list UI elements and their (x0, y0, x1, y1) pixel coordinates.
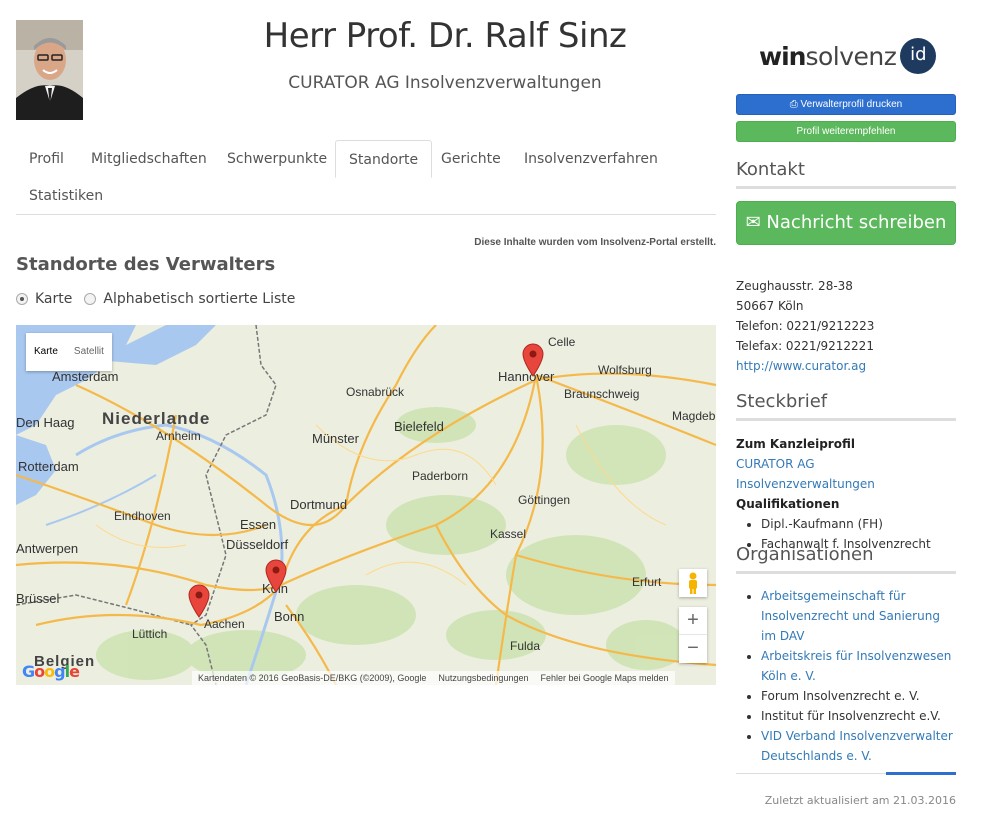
list-item: Arbeitsgemeinschaft für Insolvenzrecht u… (761, 586, 956, 646)
website-link[interactable]: http://www.curator.ag (736, 359, 866, 373)
city-duesseldorf: Düsseldorf (226, 537, 289, 552)
send-message-button[interactable]: ✉ Nachricht schreiben (736, 201, 956, 245)
radio-list-label: Alphabetisch sortierte Liste (103, 291, 296, 307)
office-profile-link[interactable]: CURATOR AG Insolvenzverwaltungen (736, 457, 875, 491)
city-essen: Essen (240, 517, 277, 532)
org-link-vid[interactable]: VID Verband Insolvenzverwalter Deutschla… (761, 729, 953, 763)
list-item: Dipl.-Kaufmann (FH) (761, 514, 956, 534)
city-goettingen: Göttingen (518, 493, 571, 507)
profile-heading: Steckbrief (736, 391, 956, 421)
radio-map[interactable]: Karte (16, 291, 72, 307)
profile-photo (16, 20, 83, 120)
logo-light-text: solvenz (805, 41, 897, 71)
tab-gerichte[interactable]: Gerichte (428, 140, 514, 178)
marker-koeln[interactable] (265, 559, 287, 593)
radio-list[interactable]: Alphabetisch sortierte Liste (84, 291, 295, 307)
logo-bold-text: win (759, 41, 806, 71)
country-netherlands: Niederlande (102, 409, 211, 428)
tab-standorte[interactable]: Standorte (335, 140, 433, 178)
phone-number: Telefon: 0221/9212223 (736, 319, 875, 333)
city-celle: Celle (548, 335, 576, 349)
fax-number: Telefax: 0221/9212221 (736, 339, 874, 353)
org-link-arbeitskreis[interactable]: Arbeitskreis für Insolvenzwesen Köln e. … (761, 649, 951, 683)
city-dortmund: Dortmund (290, 497, 348, 512)
tab-profil[interactable]: Profil (16, 140, 77, 178)
radio-list-indicator[interactable] (84, 293, 97, 305)
zoom-control: + − (679, 607, 707, 663)
city-bonn: Bonn (274, 609, 305, 624)
qualifications-label: Qualifikationen (736, 497, 840, 511)
content-source-note: Diese Inhalte wurden vom Insolvenz-Porta… (474, 237, 716, 248)
zoom-in-button[interactable]: + (679, 607, 707, 635)
printer-icon: ⎙ (789, 99, 798, 110)
city-wolfsburg: Wolfsburg (598, 363, 652, 377)
list-item: Institut für Insolvenzrecht e.V. (761, 706, 956, 726)
city-antwerpen: Antwerpen (16, 541, 79, 556)
list-item: Forum Insolvenzrecht e. V. (761, 686, 956, 706)
view-options: Karte Alphabetisch sortierte Liste (16, 291, 307, 307)
map-type-control: Karte Satellit (26, 333, 112, 371)
address-city: 50667 Köln (736, 299, 804, 313)
list-item: VID Verband Insolvenzverwalter Deutschla… (761, 726, 956, 766)
profile-tabs: Profil Mitgliedschaften Schwerpunkte Sta… (16, 140, 716, 215)
logo-badge: id (900, 38, 937, 74)
city-magdeburg: Magdeburg (672, 409, 716, 423)
contact-details: Zeughausstr. 28-38 50667 Köln Telefon: 0… (736, 276, 874, 376)
radio-map-label: Karte (35, 291, 73, 307)
tab-insolvenzverfahren[interactable]: Insolvenzverfahren (511, 140, 671, 178)
winsolvenz-logo[interactable]: win solvenz id (759, 38, 937, 74)
street-view-pegman-icon[interactable] (679, 569, 707, 597)
map-report-link[interactable]: Fehler bei Google Maps melden (540, 671, 668, 685)
city-bielefeld: Bielefeld (394, 419, 444, 434)
city-den-haag: Den Haag (16, 415, 75, 430)
city-erfurt: Erfurt (632, 575, 662, 589)
office-profile-label: Zum Kanzleiprofil (736, 437, 855, 451)
org-link-argedav[interactable]: Arbeitsgemeinschaft für Insolvenzrecht u… (761, 589, 940, 643)
address-street: Zeughausstr. 28-38 (736, 279, 853, 293)
list-item: Arbeitskreis für Insolvenzwesen Köln e. … (761, 646, 956, 686)
recommend-profile-button[interactable]: Profil weiterempfehlen (736, 121, 956, 142)
zoom-out-button[interactable]: − (679, 635, 707, 663)
section-title: Standorte des Verwalters (16, 254, 276, 275)
send-message-label: Nachricht schreiben (766, 212, 947, 233)
city-osnabrueck: Osnabrück (346, 385, 405, 399)
city-amsterdam: Amsterdam (52, 369, 119, 384)
organisations-heading: Organisationen (736, 544, 956, 574)
city-rotterdam: Rotterdam (18, 459, 79, 474)
map-type-satellite-button[interactable]: Satellit (66, 333, 112, 371)
map-attribution: Kartendaten © 2016 GeoBasis-DE/BKG (©200… (192, 671, 675, 685)
marker-hannover[interactable] (522, 343, 544, 377)
map-terms-link[interactable]: Nutzungsbedingungen (438, 671, 528, 685)
google-logo[interactable]: Google (22, 662, 80, 681)
city-braunschweig: Braunschweig (564, 387, 640, 401)
map-data-credit: Kartendaten © 2016 GeoBasis-DE/BKG (©200… (198, 673, 427, 683)
marker-aachen[interactable] (188, 584, 210, 618)
city-eindhoven: Eindhoven (114, 509, 171, 523)
company-subtitle: CURATOR AG Insolvenzverwaltungen (288, 73, 602, 93)
last-updated: Zuletzt aktualisiert am 21.03.2016 (764, 794, 956, 807)
city-bruessel: Brüssel (16, 591, 60, 606)
map-city-labels: Amsterdam Den Haag Rotterdam Niederlande… (16, 325, 716, 685)
sidebar-divider (736, 772, 956, 775)
organisations-list: Arbeitsgemeinschaft für Insolvenzrecht u… (736, 586, 956, 766)
tab-mitgliedschaften[interactable]: Mitgliedschaften (78, 140, 220, 178)
city-fulda: Fulda (510, 639, 541, 653)
radio-map-indicator[interactable] (16, 293, 28, 305)
profile-summary: Zum Kanzleiprofil CURATOR AG Insolvenzve… (736, 434, 956, 554)
city-arnheim: Arnheim (156, 429, 201, 443)
city-kassel: Kassel (490, 527, 527, 541)
envelope-icon: ✉ (745, 212, 761, 233)
city-paderborn: Paderborn (412, 469, 469, 483)
map-type-map-button[interactable]: Karte (26, 333, 66, 371)
locations-map[interactable]: Amsterdam Den Haag Rotterdam Niederlande… (16, 325, 716, 685)
contact-heading: Kontakt (736, 159, 956, 189)
print-profile-label: Verwalterprofil drucken (800, 99, 903, 110)
city-luettich: Lüttich (132, 627, 168, 641)
city-aachen: Aachen (204, 617, 245, 631)
tab-statistiken[interactable]: Statistiken (16, 177, 116, 215)
tab-schwerpunkte[interactable]: Schwerpunkte (214, 140, 340, 178)
page-title: Herr Prof. Dr. Ralf Sinz (263, 16, 627, 56)
print-profile-button[interactable]: ⎙ Verwalterprofil drucken (736, 94, 956, 115)
city-muenster: Münster (312, 431, 359, 446)
